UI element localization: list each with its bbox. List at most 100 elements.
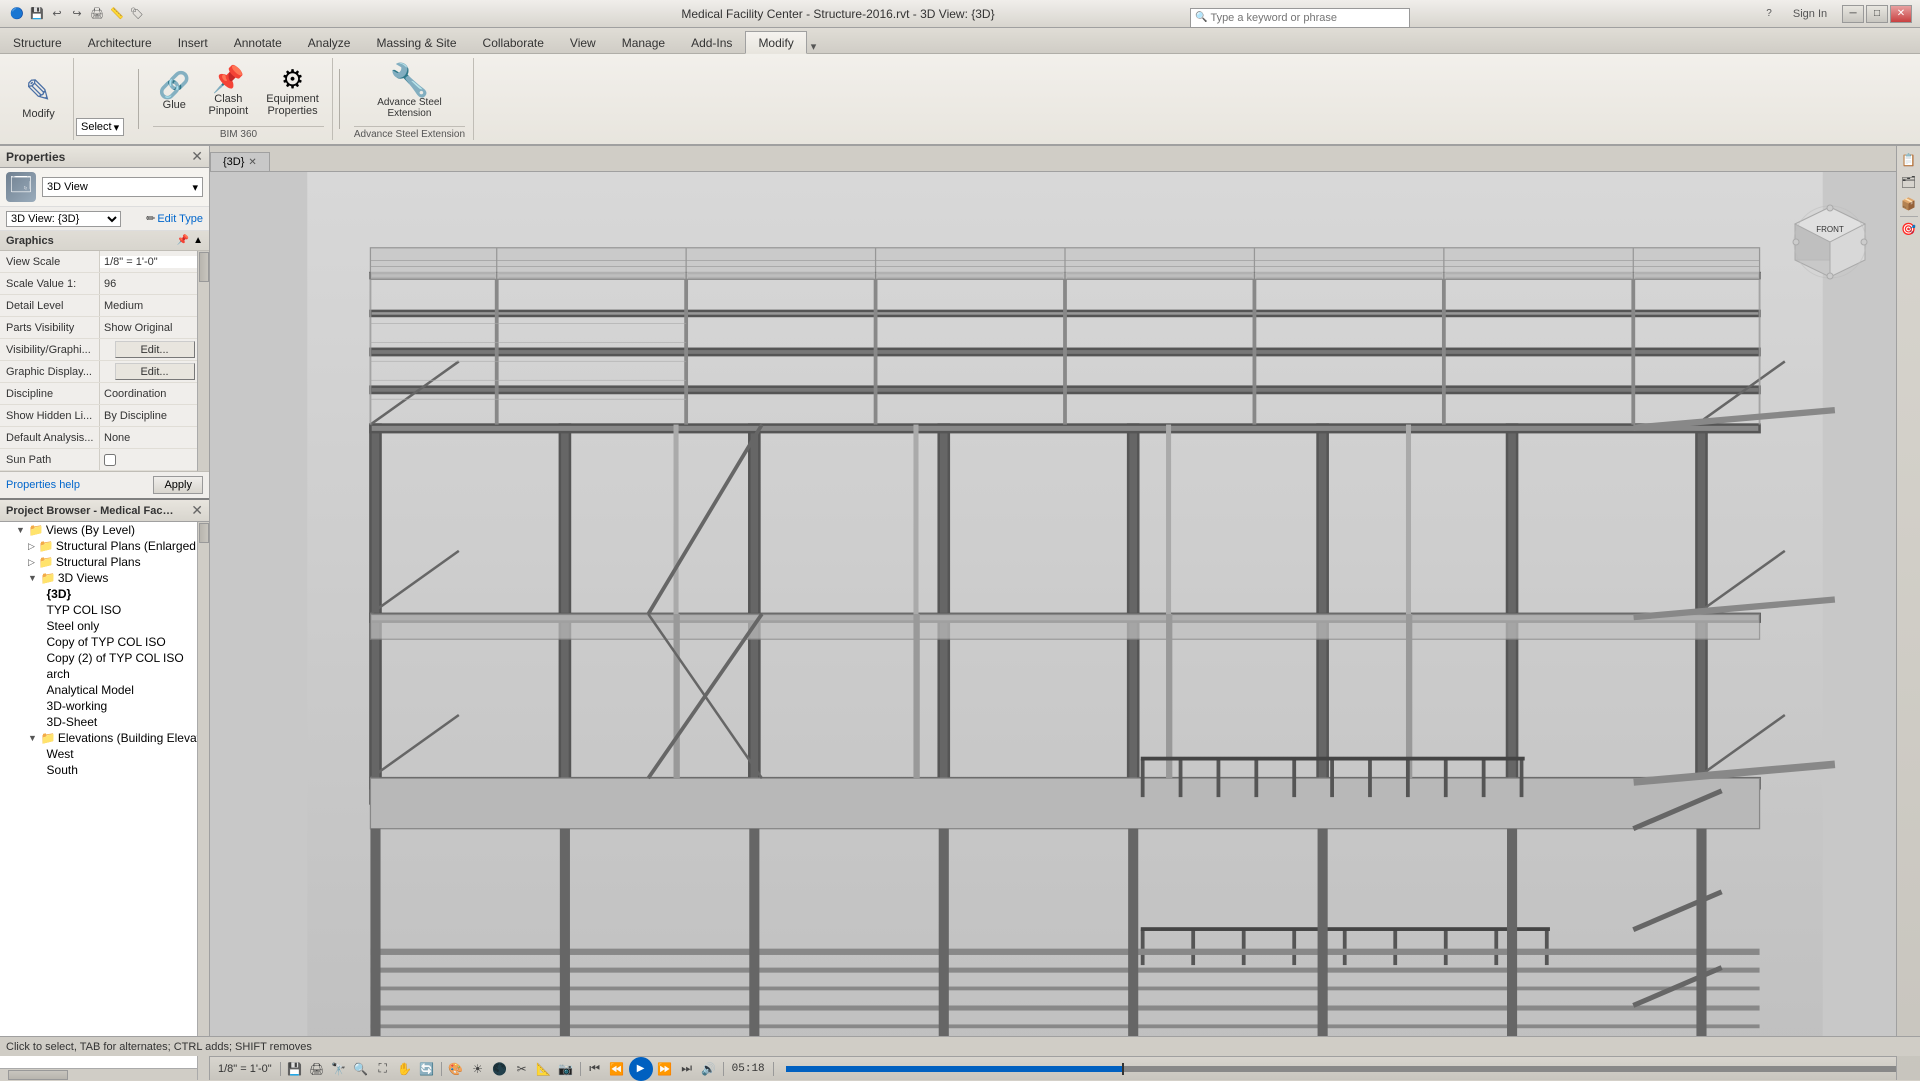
shadows-btn[interactable]: 🌑 <box>490 1060 510 1078</box>
tree-item-analytical-model[interactable]: Analytical Model <box>0 682 209 698</box>
modify-button[interactable]: ✎ Modify <box>17 72 59 123</box>
prev-frame-btn[interactable]: ⏪ <box>607 1060 627 1078</box>
browser-hscrollbar[interactable] <box>0 1068 197 1080</box>
tree-item-south[interactable]: South <box>0 762 209 778</box>
left-panel: Properties ✕ 🗔 3D View ▾ 3D View: {3D} ✏… <box>0 146 210 1080</box>
maximize-btn[interactable]: □ <box>1866 5 1888 23</box>
tree-item-3d-working[interactable]: 3D-working <box>0 698 209 714</box>
orbit-btn[interactable]: 🔄 <box>417 1060 437 1078</box>
hide-show-crop-btn[interactable]: 📐 <box>534 1060 554 1078</box>
apply-button[interactable]: Apply <box>153 476 203 494</box>
redo-btn[interactable]: ↪ <box>68 5 86 23</box>
camera-btn[interactable]: 📷 <box>556 1060 576 1078</box>
tree-item-steel-only[interactable]: Steel only <box>0 618 209 634</box>
default-analysis-value: None <box>100 432 209 444</box>
select-dropdown[interactable]: Select ▾ <box>76 118 124 136</box>
tree-item-views-by-level[interactable]: ▼ 📁 Views (By Level) <box>0 522 209 538</box>
view-selector-dropdown[interactable]: 3D View: {3D} <box>6 211 121 227</box>
undo-btn[interactable]: ↩ <box>48 5 66 23</box>
tab-view[interactable]: View <box>557 31 609 53</box>
visibility-edit-btn[interactable]: Edit... <box>115 341 195 358</box>
tab-structure[interactable]: Structure <box>0 31 75 53</box>
play-button[interactable]: ▶ <box>629 1057 653 1081</box>
tab-architecture[interactable]: Architecture <box>75 31 165 53</box>
system-browser-btn[interactable]: 🗂 <box>1899 172 1919 192</box>
tab-massing[interactable]: Massing & Site <box>363 31 469 53</box>
timeline-cursor <box>1122 1063 1124 1075</box>
tab-analyze[interactable]: Analyze <box>295 31 364 53</box>
fastforward-btn[interactable]: ⏭ <box>677 1060 697 1078</box>
advance-steel-button[interactable]: 🔧 Advance SteelExtension <box>372 61 447 122</box>
properties-scrollbar[interactable] <box>197 251 209 471</box>
properties-help-link[interactable]: Properties help <box>6 479 80 491</box>
close-btn[interactable]: ✕ <box>1890 5 1912 23</box>
tab-modify[interactable]: Modify <box>745 31 806 54</box>
glue-button[interactable]: 🔗 Glue <box>153 69 195 114</box>
save-btn[interactable]: 💾 <box>28 5 46 23</box>
help-context-btn[interactable]: ? <box>1760 5 1778 23</box>
parts-visibility-value[interactable]: Show Original <box>100 322 209 334</box>
zoom-region-btn[interactable]: 🔍 <box>351 1060 371 1078</box>
zoom-fit-btn[interactable]: ⛶ <box>373 1060 393 1078</box>
tree-item-3d-current[interactable]: {3D} <box>0 586 209 602</box>
print-btn[interactable]: 🖨 <box>88 5 106 23</box>
tree-item-3d-sheet[interactable]: 3D-Sheet <box>0 714 209 730</box>
tab-manage[interactable]: Manage <box>609 31 678 53</box>
sign-in-btn[interactable]: Sign In <box>1780 5 1840 23</box>
nav-cube[interactable]: FRONT <box>1790 202 1870 282</box>
view-tab-close-icon[interactable]: ✕ <box>248 157 256 168</box>
minimize-btn[interactable]: ─ <box>1842 5 1864 23</box>
project-browser-close-btn[interactable]: ✕ <box>191 502 203 519</box>
tree-item-arch[interactable]: arch <box>0 666 209 682</box>
clash-pinpoint-button[interactable]: 📌 ClashPinpoint <box>203 63 253 120</box>
properties-close-btn[interactable]: ✕ <box>191 148 203 165</box>
edit-type-label[interactable]: Edit Type <box>157 213 203 225</box>
rewind-btn[interactable]: ⏮ <box>585 1060 605 1078</box>
search-input[interactable] <box>1210 12 1390 24</box>
chevron-down-icon: ▾ <box>114 121 120 134</box>
toolbar-sep-5 <box>773 1062 774 1076</box>
properties-right-btn[interactable]: 📋 <box>1899 150 1919 170</box>
quick-access-group[interactable]: 🔵 💾 ↩ ↪ 🖨 📏 🏷 <box>8 5 146 23</box>
hidden-lines-value[interactable]: By Discipline <box>100 410 209 422</box>
graphic-display-edit-btn[interactable]: Edit... <box>115 363 195 380</box>
crop-view-btn[interactable]: ✂ <box>512 1060 532 1078</box>
view-tab-3d[interactable]: {3D} ✕ <box>210 152 270 171</box>
tree-item-copy-typ-col-iso[interactable]: Copy of TYP COL ISO <box>0 634 209 650</box>
view-nav-btn[interactable]: 🔭 <box>329 1060 349 1078</box>
browser-scrollbar[interactable] <box>197 522 209 1080</box>
tab-annotate[interactable]: Annotate <box>221 31 295 53</box>
timeline-bar[interactable] <box>786 1066 1908 1072</box>
tree-item-elevations[interactable]: ▼ 📁 Elevations (Building Elevation) <box>0 730 209 746</box>
print-view-btn[interactable]: 🖨 <box>307 1060 327 1078</box>
tree-item-3d-views[interactable]: ▼ 📁 3D Views <box>0 570 209 586</box>
view-cube-btn[interactable]: 📦 <box>1899 194 1919 214</box>
pan-btn[interactable]: ✋ <box>395 1060 415 1078</box>
steering-wheels-btn[interactable]: 🎯 <box>1899 219 1919 239</box>
volume-btn[interactable]: 🔊 <box>699 1060 719 1078</box>
toolbar-sep-2 <box>441 1062 442 1076</box>
tab-addins[interactable]: Add-Ins <box>678 31 745 53</box>
tree-item-west[interactable]: West <box>0 746 209 762</box>
tag-btn[interactable]: 🏷 <box>128 5 146 23</box>
tab-collaborate[interactable]: Collaborate <box>470 31 557 53</box>
tree-item-structural-plans[interactable]: ▷ 📁 Structural Plans <box>0 554 209 570</box>
view-type-select[interactable]: 3D View ▾ <box>42 177 203 197</box>
discipline-value[interactable]: Coordination <box>100 388 209 400</box>
equipment-properties-button[interactable]: ⚙ EquipmentProperties <box>261 63 324 120</box>
next-frame-btn[interactable]: ⏩ <box>655 1060 675 1078</box>
tree-item-typ-col-iso[interactable]: TYP COL ISO <box>0 602 209 618</box>
viewport-canvas[interactable]: FRONT <box>210 172 1920 1056</box>
tree-item-copy2-typ-col-iso[interactable]: Copy (2) of TYP COL ISO <box>0 650 209 666</box>
sun-btn[interactable]: ☀ <box>468 1060 488 1078</box>
sun-path-checkbox[interactable] <box>104 454 116 466</box>
view-scale-value[interactable]: 1/8" = 1'-0" <box>100 256 209 268</box>
tab-insert[interactable]: Insert <box>165 31 221 53</box>
detail-level-value[interactable]: Medium <box>100 300 209 312</box>
app-menu-btn[interactable]: 🔵 <box>8 5 26 23</box>
visual-style-btn[interactable]: 🎨 <box>446 1060 466 1078</box>
measure-btn[interactable]: 📏 <box>108 5 126 23</box>
save-view-btn[interactable]: 💾 <box>285 1060 305 1078</box>
window-controls[interactable]: 🔍 ? Sign In ─ □ ✕ <box>1530 4 1912 24</box>
tree-item-structural-plans-enlarged[interactable]: ▷ 📁 Structural Plans (Enlarged Plan) <box>0 538 209 554</box>
